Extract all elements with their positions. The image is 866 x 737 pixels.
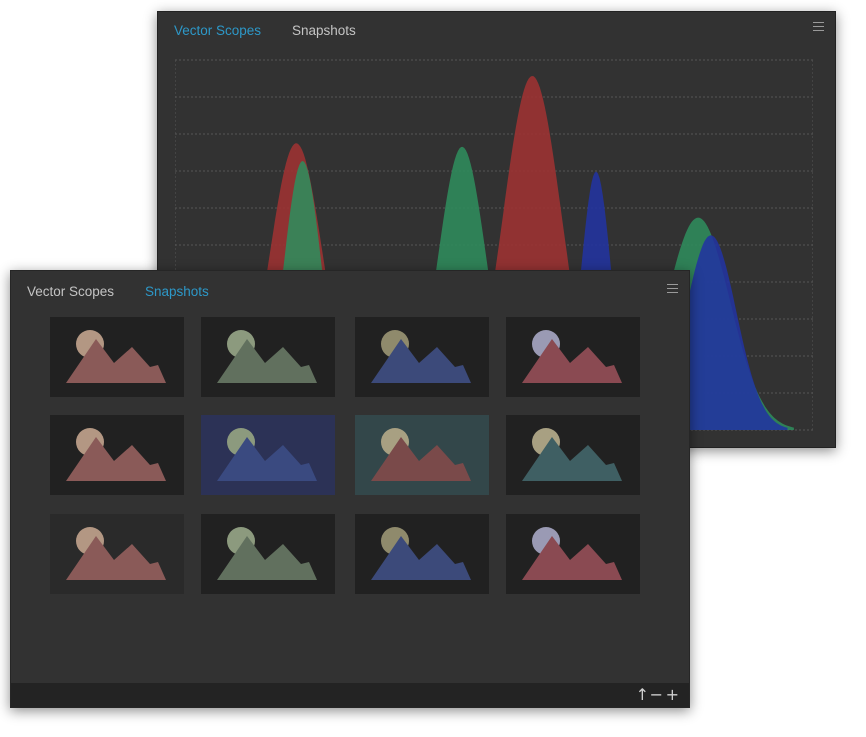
snapshot-thumbnail[interactable] [506, 514, 640, 594]
snapshot-thumbnail[interactable] [201, 317, 335, 397]
snapshot-thumbnail[interactable] [50, 514, 184, 594]
snapshot-thumbnail[interactable] [506, 317, 640, 397]
back-panel-tab-bar: Vector Scopes Snapshots [158, 12, 835, 50]
hamburger-menu-icon[interactable] [667, 284, 678, 294]
snapshot-thumbnail[interactable] [355, 317, 489, 397]
bottom-toolbar: ↑ − + [11, 683, 689, 707]
export-arrow-icon[interactable]: ↑ [636, 685, 649, 705]
front-panel-tab-bar: Vector Scopes Snapshots [11, 271, 689, 309]
tab-vector-scopes[interactable]: Vector Scopes [174, 23, 261, 38]
hamburger-menu-icon[interactable] [813, 22, 824, 32]
landscape-icon [217, 330, 317, 383]
tab-vector-scopes[interactable]: Vector Scopes [27, 284, 114, 299]
minus-icon[interactable]: − [650, 685, 663, 705]
landscape-icon [66, 527, 166, 580]
landscape-icon [522, 428, 622, 481]
plus-icon[interactable]: + [666, 685, 679, 705]
snapshots-panel: Vector Scopes Snapshots ↑ − + [10, 270, 690, 708]
snapshot-thumbnail[interactable] [355, 514, 489, 594]
snapshot-thumbnail[interactable] [355, 415, 489, 495]
snapshot-thumbnail[interactable] [506, 415, 640, 495]
landscape-icon [217, 428, 317, 481]
snapshot-thumbnail[interactable] [50, 317, 184, 397]
tab-snapshots[interactable]: Snapshots [145, 284, 209, 299]
tab-snapshots[interactable]: Snapshots [292, 23, 356, 38]
snapshot-thumbnail[interactable] [201, 514, 335, 594]
landscape-icon [371, 330, 471, 383]
landscape-icon [522, 330, 622, 383]
landscape-icon [371, 527, 471, 580]
landscape-icon [66, 330, 166, 383]
landscape-icon [522, 527, 622, 580]
snapshot-thumbnail[interactable] [201, 415, 335, 495]
landscape-icon [217, 527, 317, 580]
landscape-icon [371, 428, 471, 481]
landscape-icon [66, 428, 166, 481]
snapshot-thumbnail[interactable] [50, 415, 184, 495]
